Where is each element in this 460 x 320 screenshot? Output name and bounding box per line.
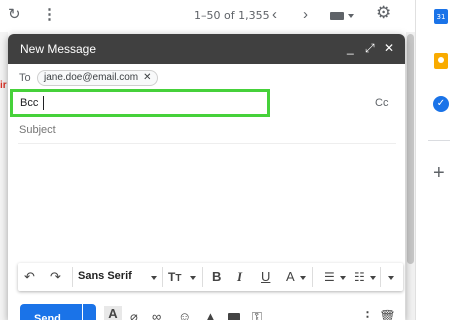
keyboard-icon[interactable] <box>330 12 344 20</box>
expand-icon[interactable]: ⤢ <box>365 41 375 55</box>
undo-icon[interactable]: ↶ <box>24 269 35 285</box>
font-family-dropdown-icon[interactable] <box>151 276 157 280</box>
bold-icon[interactable]: B <box>212 269 221 285</box>
toolbar-divider <box>162 267 163 287</box>
tasks-icon[interactable]: ✓ <box>433 96 449 112</box>
confidential-mode-icon[interactable]: ⚿ <box>252 309 262 320</box>
bcc-label: Bcc <box>20 97 39 109</box>
minimize-icon[interactable]: _ <box>347 41 354 55</box>
chevron-left-icon[interactable]: ‹ <box>272 6 277 24</box>
keep-icon[interactable] <box>434 53 448 69</box>
discard-icon[interactable]: 🗑 <box>379 309 396 320</box>
align-dropdown-icon[interactable] <box>340 276 346 280</box>
chevron-right-icon[interactable]: › <box>303 6 308 24</box>
to-row[interactable]: To jane.doe@email.com ✕ <box>8 64 405 92</box>
compose-title: New Message <box>20 42 97 56</box>
label-marker-icon: ir <box>0 80 7 91</box>
photo-icon[interactable] <box>228 313 240 320</box>
subject-field[interactable]: Subject <box>18 120 396 144</box>
bcc-field[interactable]: Bcc <box>10 89 270 117</box>
toolbar-divider <box>72 267 73 287</box>
italic-icon[interactable]: I <box>237 269 242 285</box>
recipient-chip[interactable]: jane.doe@email.com ✕ <box>37 70 159 86</box>
redo-icon[interactable]: ↷ <box>50 269 61 285</box>
text-cursor <box>43 96 44 110</box>
text-color-dropdown-icon[interactable] <box>300 276 306 280</box>
font-size-dropdown-icon[interactable] <box>190 276 196 280</box>
recipient-email: jane.doe@email.com <box>44 72 139 83</box>
close-icon[interactable]: ✕ <box>384 41 394 55</box>
emoji-icon[interactable]: ☺ <box>178 309 191 320</box>
inbox-toolbar: ↻ ⋮ 1–50 of 1,355 ‹ › ⚙ <box>0 0 415 32</box>
chip-remove-icon[interactable]: ✕ <box>143 72 151 83</box>
formatting-options-icon[interactable]: A <box>104 306 122 320</box>
toolbar-divider <box>312 267 313 287</box>
side-panel: 31 ✓ + <box>415 0 460 320</box>
attach-icon[interactable]: ⌀ <box>130 309 138 320</box>
panel-divider <box>428 140 450 141</box>
send-button[interactable]: Send <box>20 304 82 320</box>
font-size-icon[interactable]: TT <box>168 269 181 287</box>
to-label: To <box>19 72 31 84</box>
formatting-toolbar: ↶ ↷ Sans Serif TT B I U A ☰ ☷ <box>18 263 403 291</box>
more-vert-icon[interactable]: ⋮ <box>42 6 57 24</box>
cc-link[interactable]: Cc <box>375 97 388 109</box>
link-icon[interactable]: ∞ <box>152 309 161 320</box>
compose-header[interactable]: New Message _ ⤢ ✕ <box>8 34 405 64</box>
numbered-list-icon[interactable]: ☷ <box>354 269 365 285</box>
compose-window: New Message _ ⤢ ✕ To jane.doe@email.com ✕… <box>8 34 405 320</box>
font-family-select[interactable]: Sans Serif <box>78 270 132 282</box>
list-dropdown-icon[interactable] <box>370 276 376 280</box>
gear-icon[interactable]: ⚙ <box>376 4 391 22</box>
add-icon[interactable]: + <box>433 163 445 183</box>
align-icon[interactable]: ☰ <box>324 269 335 285</box>
drive-icon[interactable]: ▲ <box>204 309 217 320</box>
inbox-list-edge: ir <box>0 32 8 320</box>
refresh-icon[interactable]: ↻ <box>8 6 21 24</box>
scrollbar-thumb[interactable] <box>407 34 414 264</box>
pagination-count: 1–50 of 1,355 <box>194 9 270 22</box>
more-formatting-icon[interactable] <box>388 276 394 280</box>
text-color-icon[interactable]: A <box>286 269 295 285</box>
calendar-icon[interactable]: 31 <box>434 9 448 24</box>
send-options-button[interactable] <box>83 304 96 320</box>
more-options-icon[interactable]: ⋮ <box>361 309 374 320</box>
toolbar-divider <box>380 267 381 287</box>
keyboard-dropdown-icon[interactable] <box>348 14 354 18</box>
underline-icon[interactable]: U <box>261 269 270 285</box>
toolbar-divider <box>202 267 203 287</box>
subject-placeholder: Subject <box>19 124 56 136</box>
